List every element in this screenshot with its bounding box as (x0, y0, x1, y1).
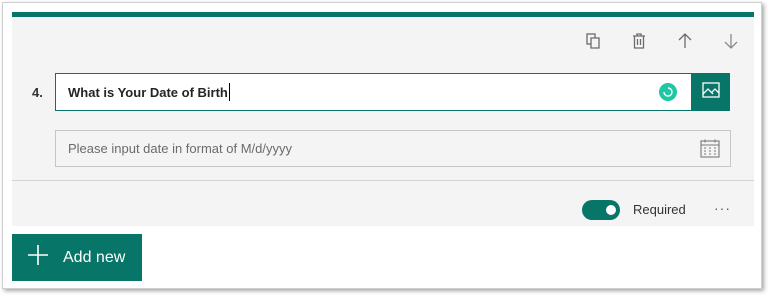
image-icon (702, 81, 720, 103)
move-down-icon (723, 33, 739, 49)
question-card: 4. What is Your Date of Birth Please inp… (12, 12, 754, 226)
question-title-text: What is Your Date of Birth (68, 84, 228, 100)
date-answer-placeholder: Please input date in format of M/d/yyyy (68, 141, 292, 156)
copy-question-button[interactable] (570, 29, 616, 53)
question-number: 4. (32, 85, 43, 100)
required-label: Required (633, 202, 686, 217)
plus-icon (27, 244, 49, 271)
date-answer-field[interactable]: Please input date in format of M/d/yyyy (55, 130, 731, 167)
copy-icon (585, 33, 601, 49)
delete-question-button[interactable] (616, 29, 662, 53)
card-divider (12, 180, 754, 181)
insert-media-button[interactable] (692, 73, 730, 111)
dialog-frame: 4. What is Your Date of Birth Please inp… (2, 2, 762, 289)
question-toolbar (570, 29, 754, 53)
add-new-button[interactable]: Add new (12, 234, 142, 281)
calendar-icon[interactable] (700, 139, 720, 161)
text-caret (228, 83, 230, 101)
move-up-icon (677, 33, 693, 49)
add-new-label: Add new (63, 248, 126, 266)
required-toggle[interactable] (582, 200, 620, 220)
move-down-button[interactable] (708, 29, 754, 53)
delete-icon (631, 33, 647, 49)
more-options-button[interactable]: ··· (714, 200, 731, 216)
question-title-input[interactable]: What is Your Date of Birth (55, 73, 692, 111)
move-up-button[interactable] (662, 29, 708, 53)
toggle-knob (606, 205, 616, 215)
loading-spinner-icon (659, 83, 677, 101)
